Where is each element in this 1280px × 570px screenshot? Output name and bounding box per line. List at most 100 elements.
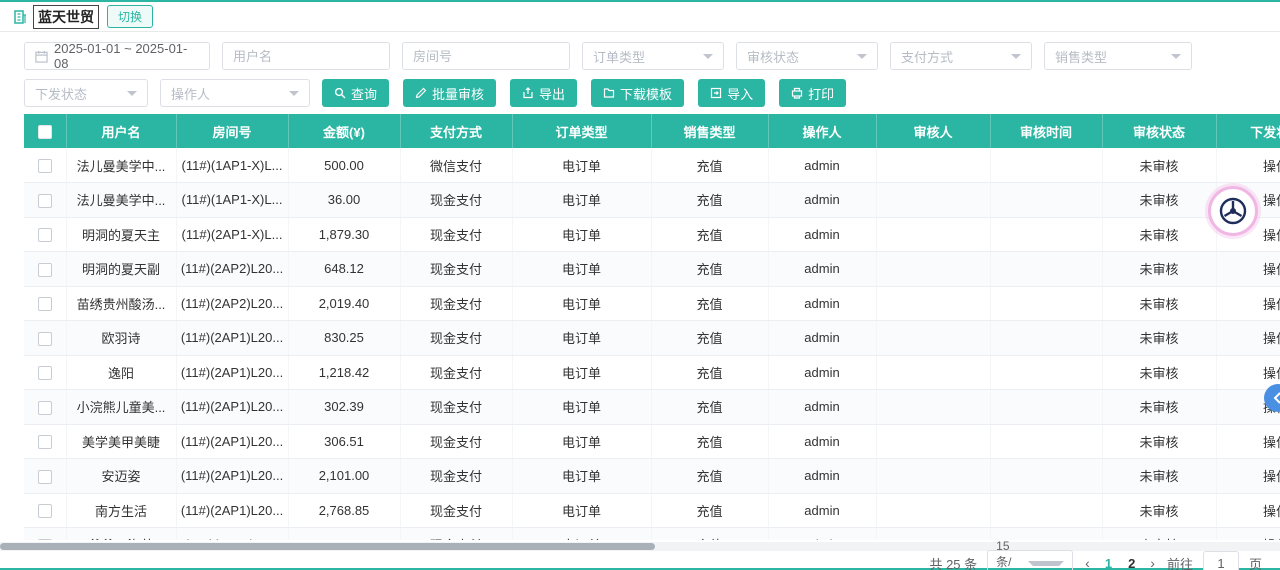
order-type-select[interactable]: 订单类型 [582,42,724,70]
chevron-down-icon [857,54,867,59]
floating-logo-badge[interactable] [1208,186,1258,236]
cell-dispatch[interactable]: 操作 [1216,321,1280,356]
pay-method-select[interactable]: 支付方式 [890,42,1032,70]
cell-order-type: 电订单 [512,217,651,252]
cell-operator: admin [768,355,876,390]
page-number-1[interactable]: 1 [1102,556,1115,570]
cell-room: (11#)(2AP1-X)L... [176,217,288,252]
row-checkbox[interactable] [38,504,52,518]
cell-auditor [876,528,990,541]
cell-room: (11#)(2AP2)L20... [176,286,288,321]
cell-pay-method: 现金支付 [400,424,512,459]
cell-audit-time [990,252,1102,287]
row-checkbox[interactable] [38,470,52,484]
row-checkbox[interactable] [38,194,52,208]
cell-pay-method: 现金支付 [400,183,512,218]
cell-operator: admin [768,217,876,252]
cell-auditor [876,252,990,287]
batch-audit-button[interactable]: 批量审核 [403,79,496,107]
switch-button[interactable]: 切换 [107,5,153,28]
cell-auditor [876,321,990,356]
horizontal-scrollbar-thumb[interactable] [0,543,655,550]
row-checkbox[interactable] [38,435,52,449]
cell-dispatch[interactable]: 操作 [1216,286,1280,321]
cell-audit-time [990,148,1102,183]
cell-audit-status: 未审核 [1102,459,1216,494]
operator-select[interactable]: 操作人 [160,79,310,107]
app-header: 蓝天世贸 切换 [0,2,1280,32]
select-all-checkbox[interactable] [38,125,52,139]
cell-order-type: 电订单 [512,355,651,390]
cell-order-type: 电订单 [512,424,651,459]
cell-dispatch[interactable]: 操作 [1216,252,1280,287]
row-select-cell [24,528,66,541]
row-select-cell [24,493,66,528]
table-row: 明洞的夏天副 (11#)(2AP2)L20... 648.12 现金支付 电订单… [24,252,1280,287]
download-template-label: 下载模板 [620,84,672,103]
cell-dispatch[interactable]: 操作 [1216,355,1280,390]
date-range-picker[interactable]: 2025-01-01 ~ 2025-01-08 [24,42,210,70]
export-icon [522,87,534,99]
cell-audit-status: 未审核 [1102,528,1216,541]
query-button[interactable]: 查询 [322,79,389,107]
page-size-value: 15条/页 [996,539,1022,570]
prev-page-button[interactable]: ‹ [1083,555,1092,570]
row-checkbox[interactable] [38,401,52,415]
row-checkbox[interactable] [38,332,52,346]
cell-dispatch[interactable]: 操作 [1216,493,1280,528]
table-row: 安迈姿 (11#)(2AP1)L20... 2,101.00 现金支付 电订单 … [24,459,1280,494]
row-checkbox[interactable] [38,297,52,311]
audit-status-select[interactable]: 审核状态 [736,42,878,70]
table-row: 南方生活 (11#)(2AP1)L20... 2,768.85 现金支付 电订单… [24,493,1280,528]
row-checkbox[interactable] [38,366,52,380]
batch-audit-label: 批量审核 [432,84,484,103]
row-select-cell [24,355,66,390]
cell-operator: admin [768,528,876,541]
cell-sales-type: 充值 [651,252,768,287]
cell-room: (11#)(1AP1-X)L... [176,183,288,218]
table-row: 欧羽诗 (11#)(2AP1)L20... 830.25 现金支付 电订单 充值… [24,321,1280,356]
chevron-left-icon [1273,392,1280,404]
col-dispatch-status: 下发状态 [1216,114,1280,148]
export-button[interactable]: 导出 [510,79,577,107]
row-checkbox[interactable] [38,228,52,242]
goto-page-input[interactable] [1203,551,1239,570]
cell-dispatch[interactable]: 操作 [1216,148,1280,183]
cell-auditor [876,355,990,390]
print-button[interactable]: 打印 [779,79,846,107]
row-checkbox[interactable] [38,539,52,540]
row-checkbox[interactable] [38,159,52,173]
cell-dispatch[interactable]: 操作 [1216,459,1280,494]
cell-order-type: 电订单 [512,493,651,528]
next-page-button[interactable]: › [1148,555,1157,570]
cell-auditor [876,493,990,528]
cell-room: (11#)(2AP1)L20... [176,459,288,494]
cell-sales-type: 充值 [651,424,768,459]
row-checkbox[interactable] [38,263,52,277]
cell-auditor [876,286,990,321]
download-template-button[interactable]: 下载模板 [591,79,684,107]
cell-amount: 830.25 [288,321,400,356]
cell-amount: 1,218.42 [288,355,400,390]
cell-audit-time [990,493,1102,528]
row-select-cell [24,217,66,252]
cell-room: (11#)(2AP2)L20... [176,252,288,287]
room-input[interactable] [413,49,559,64]
page-number-2[interactable]: 2 [1125,556,1138,570]
username-input[interactable] [233,49,379,64]
page-size-select[interactable]: 15条/页 [987,550,1073,570]
sales-type-select[interactable]: 销售类型 [1044,42,1192,70]
table-row: 法儿曼美学中... (11#)(1AP1-X)L... 500.00 微信支付 … [24,148,1280,183]
pay-method-placeholder: 支付方式 [901,47,1005,66]
dispatch-status-select[interactable]: 下发状态 [24,79,148,107]
print-label: 打印 [808,84,834,103]
filter-row-2: 下发状态 操作人 查询 批量审核 导出 下载模板 导入 打印 [24,79,1280,107]
cell-auditor [876,217,990,252]
cell-dispatch[interactable]: 操作 [1216,424,1280,459]
row-select-cell [24,183,66,218]
order-type-placeholder: 订单类型 [593,47,697,66]
import-button[interactable]: 导入 [698,79,765,107]
cell-dispatch[interactable]: 操作 [1216,528,1280,541]
cell-amount: 2,101.00 [288,459,400,494]
chevron-down-icon [127,91,137,96]
